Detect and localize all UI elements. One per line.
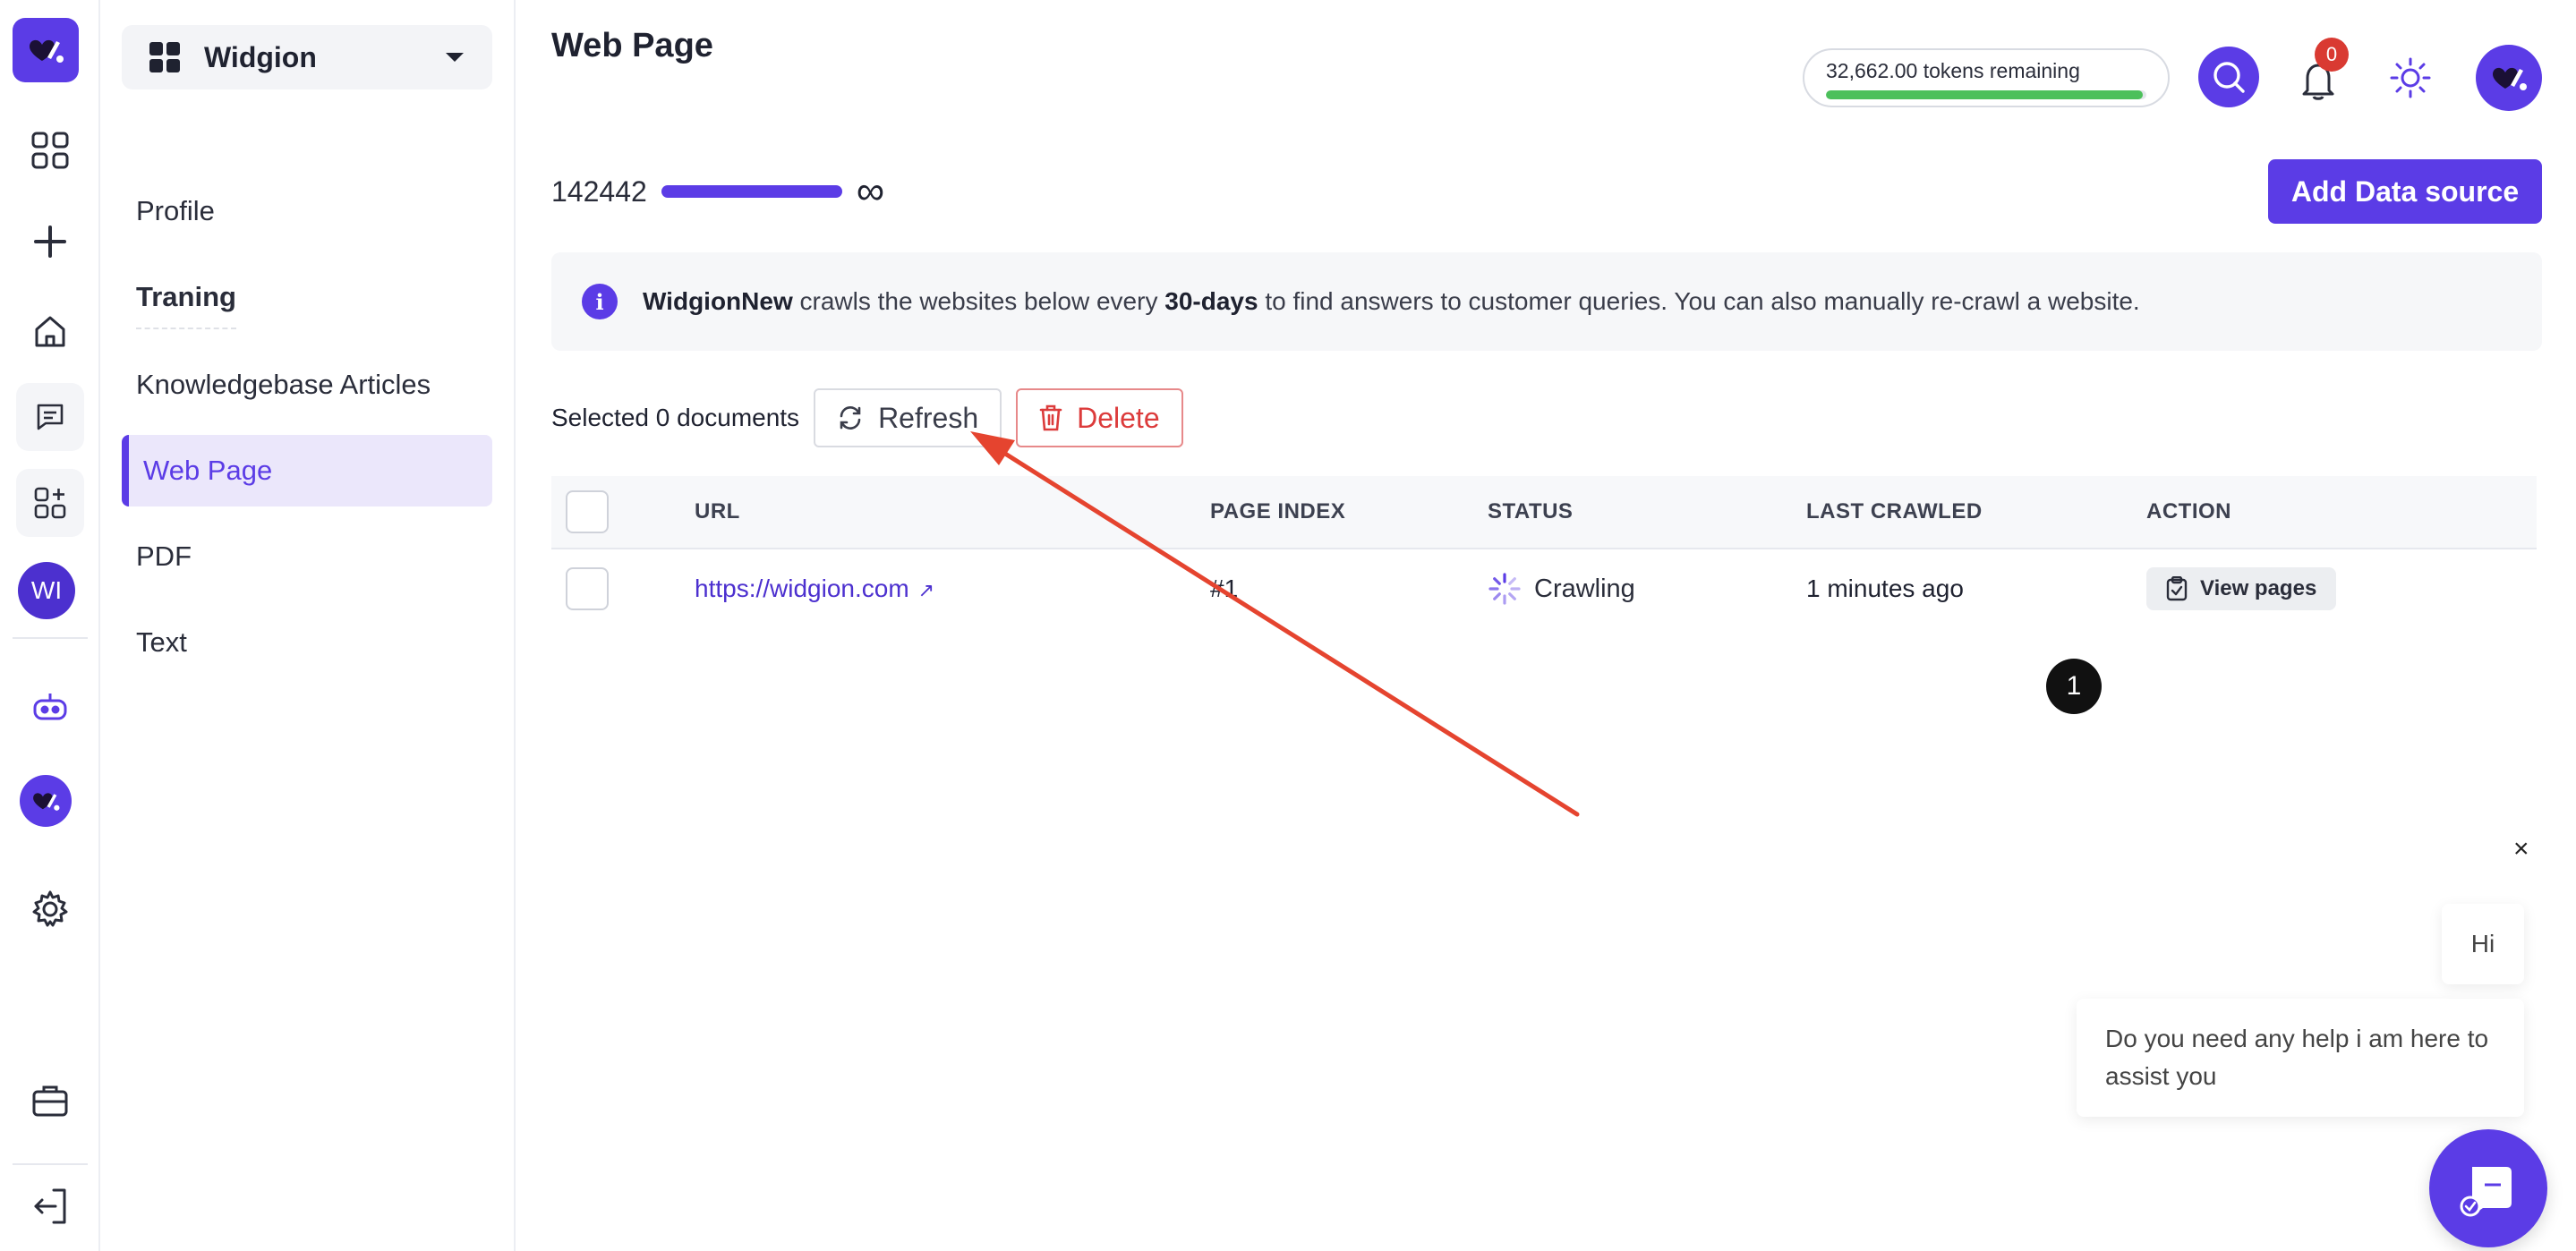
table-row: https://widgion.com ↗ #1 Crawling 1 minut… [551,549,2537,628]
usage-limit-infinity: ∞ [856,169,885,213]
crawl-info-banner: i WidgionNew crawls the websites below e… [551,252,2542,351]
tokens-progress-fill [1826,90,2144,99]
trash-icon [1039,404,1062,431]
settings-sidebar: Widgion Profile Traning Knowledgebase Ar… [100,0,516,1251]
sidebar-item-profile[interactable]: Profile [122,175,492,247]
row-status: Crawling [1488,572,1635,606]
app-root: WI Widgion Profile Traning Knowledgebase… [0,0,2576,1251]
step-number-marker: 1 [2046,659,2102,714]
column-header-page-index: PAGE INDEX [1210,499,1346,523]
refresh-icon [840,406,861,430]
refresh-button[interactable]: Refresh [814,388,1002,447]
search-button[interactable] [2198,47,2259,107]
brand-name: WidgionNew [643,287,793,315]
sidebar-nav: Profile Traning Knowledgebase Articles W… [122,175,492,693]
chat-message-bubble: Do you need any help i am here to assist… [2077,999,2524,1117]
rail-divider [13,1163,88,1165]
apps-add-icon[interactable] [16,469,84,537]
tokens-remaining-text: 32,662.00 tokens remaining [1826,59,2080,82]
delete-button[interactable]: Delete [1016,388,1183,447]
chat-launcher-button[interactable] [2429,1129,2547,1247]
user-avatar[interactable] [2476,45,2542,111]
widgion-logo-icon [2493,67,2527,90]
view-pages-button[interactable]: View pages [2146,567,2337,610]
select-all-checkbox[interactable] [566,490,609,533]
usage-count: 142442 [551,174,647,208]
sidebar-item-pdf[interactable]: PDF [122,521,492,592]
widgion-brand-icon[interactable] [20,775,72,827]
chat-icon[interactable] [16,383,84,451]
row-last-crawled: 1 minutes ago [1806,574,1964,602]
crawl-period: 30-days [1164,287,1258,315]
chat-close-button[interactable]: × [2513,834,2529,864]
row-checkbox[interactable] [566,567,609,610]
home-icon[interactable] [16,297,84,365]
status-text: Crawling [1534,574,1635,603]
url-text: https://widgion.com [695,574,909,602]
spinner-icon [1488,573,1521,605]
info-icon: i [582,284,618,319]
row-url-link[interactable]: https://widgion.com ↗ [695,574,934,603]
table-header: URL PAGE INDEX STATUS LAST CRAWLED ACTIO… [551,476,2537,549]
sidebar-item-knowledgebase-articles[interactable]: Knowledgebase Articles [122,349,492,421]
sidebar-item-text[interactable]: Text [122,607,492,678]
plus-icon[interactable] [16,208,84,276]
workspace-avatar[interactable]: WI [18,562,75,619]
section-divider [136,328,236,329]
usage-progress-bar [661,185,842,198]
delete-label: Delete [1077,401,1160,434]
tokens-progress-track [1826,90,2146,99]
logout-icon[interactable] [16,1172,84,1240]
row-page-index: #1 [1210,574,1239,602]
workspace-switcher[interactable]: Widgion [122,25,492,89]
notification-count-badge: 0 [2315,38,2349,72]
settings-gear-icon[interactable] [16,875,84,943]
sun-icon [2390,57,2431,98]
refresh-label: Refresh [878,401,979,434]
info-text-part: crawls the websites below every [792,287,1165,315]
tokens-remaining-meter: 32,662.00 tokens remaining [1803,48,2170,107]
column-header-status: STATUS [1488,499,1574,523]
page-usage-meter: 142442 ∞ [551,172,884,211]
info-text-part: to find answers to customer queries. You… [1258,287,2140,315]
chevron-down-icon [446,53,464,62]
column-header-url: URL [695,499,740,523]
widgion-logo-icon[interactable] [13,18,79,82]
sidebar-item-web-page[interactable]: Web Page [122,435,492,506]
icon-rail: WI [0,0,100,1251]
selected-count-text: Selected 0 documents [551,404,800,431]
view-pages-label: View pages [2200,576,2317,600]
web-pages-table: URL PAGE INDEX STATUS LAST CRAWLED ACTIO… [551,476,2537,628]
column-header-action: ACTION [2146,499,2231,523]
sidebar-section-training: Traning [136,281,236,312]
theme-toggle-button[interactable] [2381,48,2440,107]
column-header-last-crawled: LAST CRAWLED [1806,499,1983,523]
bulk-actions-toolbar: Selected 0 documents Refresh Delete [551,388,1183,447]
workspace-grid-icon [149,42,180,72]
bot-icon[interactable] [16,673,84,741]
workspace-name: Widgion [204,40,317,73]
search-icon [2213,62,2245,93]
external-link-icon: ↗ [917,579,935,601]
briefcase-icon[interactable] [16,1067,84,1135]
crawl-info-text: WidgionNew crawls the websites below eve… [643,287,2140,316]
add-data-source-button[interactable]: Add Data source [2268,159,2542,224]
page-title: Web Page [551,27,713,64]
chat-greeting-bubble: Hi [2442,904,2524,984]
dashboard-grid-icon[interactable] [16,116,84,184]
rail-divider [13,637,88,639]
clipboard-check-icon [2166,576,2188,601]
chat-bubble-icon [2460,1167,2512,1217]
